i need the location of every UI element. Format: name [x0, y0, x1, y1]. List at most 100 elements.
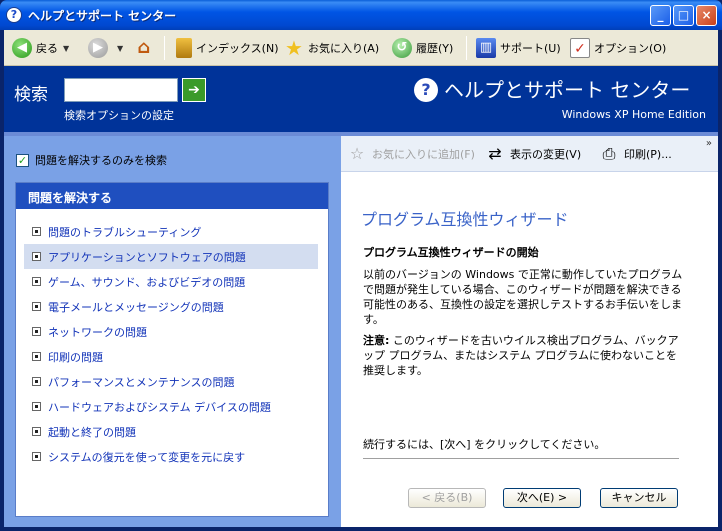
window-frame-bottom [0, 527, 722, 531]
list-item-label: ゲーム、サウンド、およびビデオの問題 [48, 275, 246, 289]
left-pane: ✓ 問題を解決するのみを検索 問題を解決する 問題のトラブルシューティング アプ… [4, 136, 341, 527]
search-go-button[interactable]: ➔ [182, 78, 206, 102]
checklist-icon: ✓ [570, 38, 590, 58]
back-arrow-icon: ◀ [12, 38, 32, 58]
chevron-down-icon[interactable]: ▼ [63, 44, 69, 53]
list-item[interactable]: 印刷の問題 [16, 344, 328, 369]
search-banner: 検索 ➔ 検索オプションの設定 ? ヘルプとサポート センター Windows … [4, 66, 718, 132]
problem-list: 問題のトラブルシューティング アプリケーションとソフトウェアの問題 ゲーム、サウ… [16, 219, 328, 469]
arrow-right-icon: ➔ [188, 82, 200, 98]
list-item-label: ネットワークの問題 [48, 325, 147, 339]
list-item[interactable]: パフォーマンスとメンテナンスの問題 [16, 369, 328, 394]
support-icon: ▥ [476, 38, 496, 58]
home-button[interactable]: ⌂ [134, 36, 158, 60]
maximize-button[interactable]: □ [673, 5, 694, 26]
star-icon: ★ [285, 36, 303, 60]
help-icon: ? [414, 78, 438, 102]
bullet-icon [32, 377, 41, 386]
close-button[interactable]: × [696, 5, 717, 26]
history-button[interactable]: ↺ 履歴(Y) [392, 36, 453, 60]
content-toolbar: ☆ お気に入りに追加(F) ⇄ 表示の変更(V) ⎙ 印刷(P)... » [341, 136, 718, 172]
back-label: 戻る [36, 42, 58, 55]
help-icon: ? [6, 7, 22, 23]
bullet-icon [32, 277, 41, 286]
bullet-icon [32, 327, 41, 336]
wizard-subtitle: プログラム互換性ウィザードの開始 [363, 246, 539, 259]
list-item-label: ハードウェアおよびシステム デバイスの問題 [48, 400, 271, 414]
list-item[interactable]: システムの復元を使って変更を元に戻す [16, 444, 328, 469]
forward-arrow-icon: ▶ [88, 38, 108, 58]
options-button[interactable]: ✓ オプション(O) [570, 36, 666, 60]
list-item[interactable]: 電子メールとメッセージングの問題 [16, 294, 328, 319]
title-bar[interactable]: ? ヘルプとサポート センター _ □ × [0, 0, 722, 30]
list-item[interactable]: 起動と終了の問題 [16, 419, 328, 444]
list-item[interactable]: 問題のトラブルシューティング [16, 219, 328, 244]
wizard-title: プログラム互換性ウィザード [361, 210, 569, 229]
list-item-label: アプリケーションとソフトウェアの問題 [48, 250, 246, 264]
book-icon [176, 38, 192, 58]
divider [363, 458, 679, 459]
list-item[interactable]: ネットワークの問題 [16, 319, 328, 344]
search-label: 検索 [14, 85, 48, 105]
list-item[interactable]: ゲーム、サウンド、およびビデオの問題 [16, 269, 328, 294]
support-label: サポート(U) [500, 42, 561, 55]
list-item-label: 問題のトラブルシューティング [48, 225, 202, 239]
print-button[interactable]: ⎙ 印刷(P)... [599, 144, 672, 164]
change-view-label: 表示の変更(V) [510, 148, 582, 161]
list-item-selected[interactable]: アプリケーションとソフトウェアの問題 [24, 244, 318, 269]
index-button[interactable]: インデックス(N) [176, 36, 278, 60]
favorites-button[interactable]: ★ お気に入り(A) [284, 36, 379, 60]
home-icon: ⌂ [137, 37, 151, 58]
cancel-button[interactable]: キャンセル [600, 488, 678, 508]
minimize-button[interactable]: _ [650, 5, 671, 26]
checkbox-checked-icon[interactable]: ✓ [16, 153, 29, 167]
chevron-down-icon[interactable]: ▼ [117, 44, 123, 53]
bullet-icon [32, 227, 41, 236]
note-text: このウィザードを古いウイルス検出プログラム、バックアップ プログラム、またはシス… [363, 334, 679, 377]
continue-instruction: 続行するには、[次へ] をクリックしてください。 [363, 438, 606, 451]
bullet-icon [32, 452, 41, 461]
chevron-expand-icon[interactable]: » [706, 138, 712, 149]
add-favorite-button[interactable]: ☆ お気に入りに追加(F) [347, 144, 475, 164]
add-favorite-label: お気に入りに追加(F) [372, 148, 475, 161]
search-input[interactable] [64, 78, 178, 102]
bullet-icon [32, 402, 41, 411]
list-item[interactable]: ハードウェアおよびシステム デバイスの問題 [16, 394, 328, 419]
back-button[interactable]: ◀ 戻る ▼ [12, 36, 69, 60]
index-label: インデックス(N) [196, 42, 279, 55]
toolbar-separator [164, 36, 165, 60]
toolbar: ◀ 戻る ▼ ▶ ▼ ⌂ インデックス(N) ★ お気に入り(A) ↺ 履歴(Y… [4, 30, 718, 66]
banner-title: ヘルプとサポート センター [444, 78, 691, 102]
list-item-label: 電子メールとメッセージングの問題 [48, 300, 224, 314]
edition-label: Windows XP Home Edition [561, 108, 706, 121]
history-icon: ↺ [392, 38, 412, 58]
bullet-icon [32, 352, 41, 361]
options-label: オプション(O) [594, 42, 667, 55]
history-label: 履歴(Y) [416, 42, 454, 55]
search-scope-checkbox[interactable]: ✓ 問題を解決するのみを検索 [16, 152, 167, 168]
checkbox-label: 問題を解決するのみを検索 [35, 154, 167, 167]
next-button[interactable]: 次へ(E) > [503, 488, 581, 508]
back-button[interactable]: < 戻る(B) [408, 488, 486, 508]
bullet-icon [32, 427, 41, 436]
content-pane: ☆ お気に入りに追加(F) ⇄ 表示の変更(V) ⎙ 印刷(P)... » プロ… [341, 136, 718, 527]
change-view-button[interactable]: ⇄ 表示の変更(V) [485, 144, 581, 164]
wizard-body: 以前のバージョンの Windows で正常に動作していたプログラムで問題が発生し… [363, 268, 683, 326]
bullet-icon [32, 252, 41, 261]
wizard-note: 注意: このウィザードを古いウイルス検出プログラム、バックアップ プログラム、ま… [363, 333, 683, 378]
forward-button[interactable]: ▶ ▼ [88, 36, 123, 60]
window-title: ヘルプとサポート センター [28, 9, 177, 23]
bullet-icon [32, 302, 41, 311]
favorites-label: お気に入り(A) [308, 42, 380, 55]
search-options-link[interactable]: 検索オプションの設定 [64, 107, 174, 123]
note-label: 注意: [363, 334, 390, 347]
list-item-label: システムの復元を使って変更を元に戻す [48, 450, 246, 464]
toolbar-separator [466, 36, 467, 60]
panel-title: 問題を解決する [16, 183, 328, 209]
change-view-icon: ⇄ [488, 144, 502, 163]
support-button[interactable]: ▥ サポート(U) [476, 36, 561, 60]
printer-icon: ⎙ [602, 144, 616, 163]
star-icon: ☆ [349, 144, 365, 163]
list-item-label: 起動と終了の問題 [48, 425, 136, 439]
fix-problem-panel: 問題を解決する 問題のトラブルシューティング アプリケーションとソフトウェアの問… [15, 182, 329, 517]
